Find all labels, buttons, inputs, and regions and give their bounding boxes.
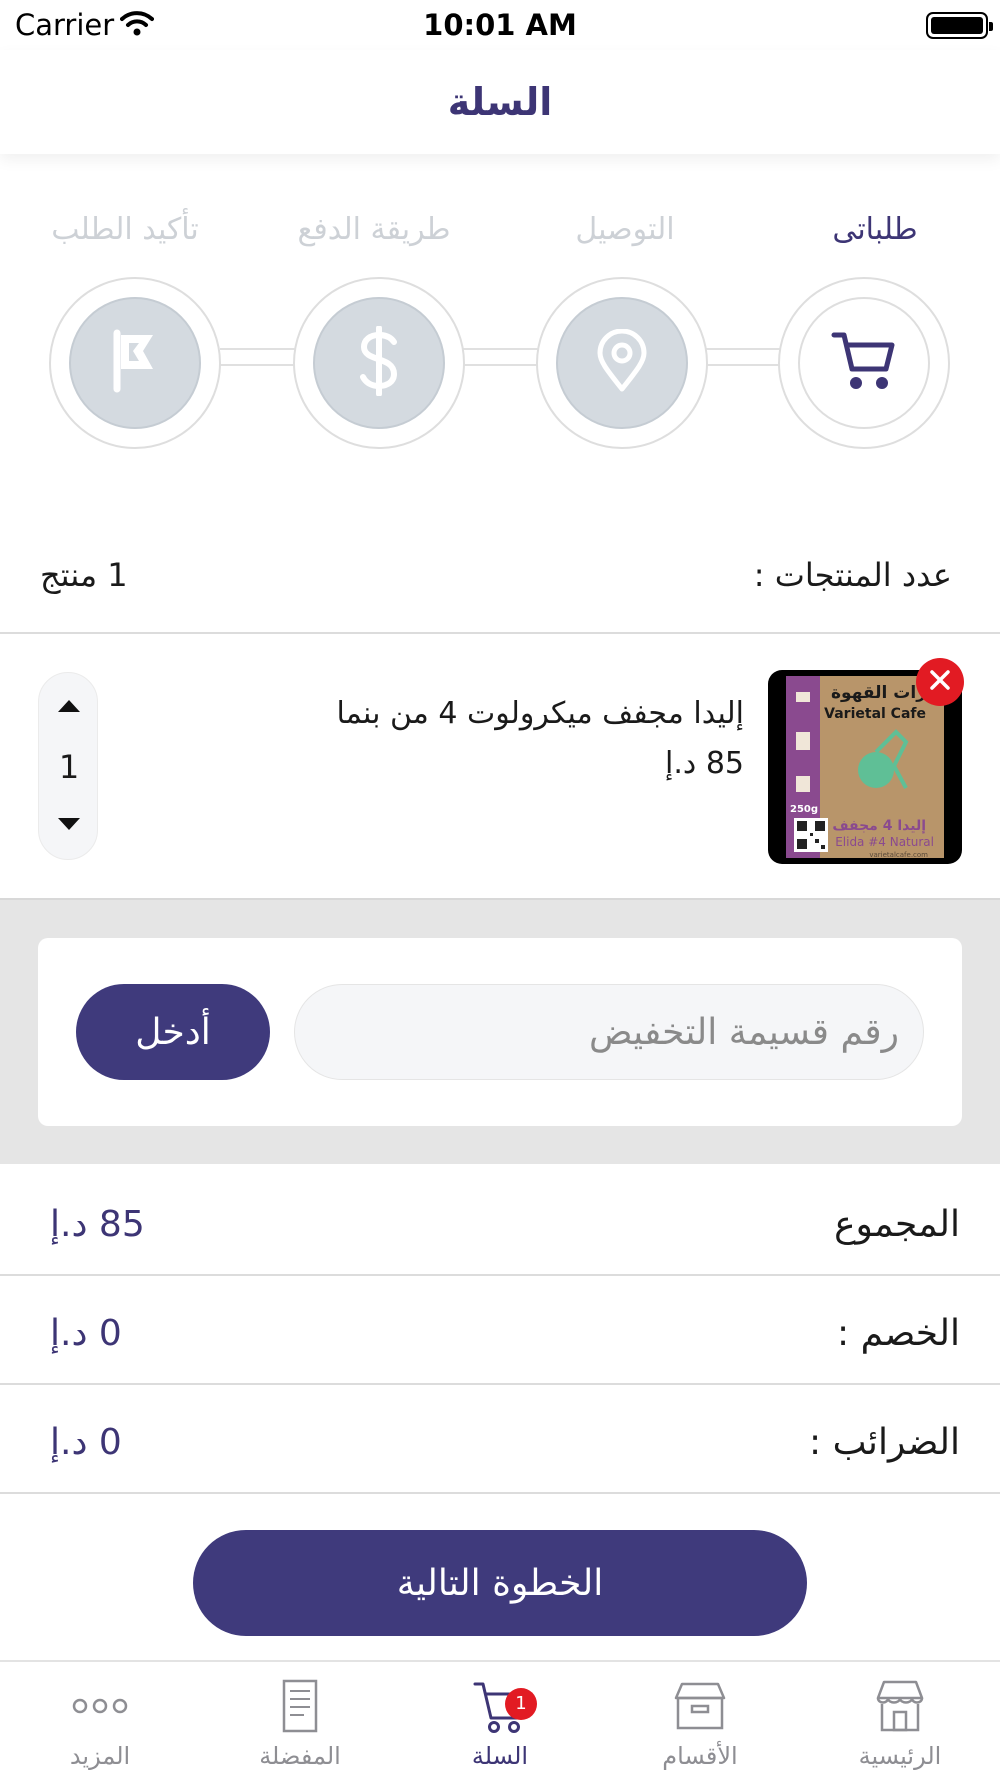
document-icon	[276, 1677, 324, 1739]
tab-favorites-label: المفضلة	[259, 1742, 341, 1770]
product-count-label: عدد المنتجات :	[753, 556, 952, 594]
flag-icon	[111, 329, 159, 397]
product-ar-text: إليدا 4 مجفف	[832, 818, 926, 834]
clock: 10:01 AM	[423, 8, 577, 42]
quantity-value: 1	[58, 748, 80, 786]
triangle-up-icon	[56, 698, 82, 718]
tab-home-label: الرئيسية	[858, 1742, 942, 1770]
close-icon	[928, 668, 952, 696]
cart-screen: Carrier 10:01 AM السلة طلباتى التوصيل طر…	[0, 0, 1000, 1778]
tax-label: الضرائب :	[809, 1422, 960, 1463]
more-icon	[70, 1696, 130, 1720]
tab-categories[interactable]: الأقسام	[600, 1662, 800, 1778]
quantity-stepper: 1	[38, 672, 98, 860]
divider	[0, 1274, 1000, 1276]
cart-badge: 1	[505, 1688, 537, 1720]
tax-value: 0 د.إ	[50, 1422, 122, 1463]
product-en-text: Elida #4 Natural	[835, 835, 934, 849]
location-pin-icon	[596, 328, 648, 397]
weight-text: 250g	[790, 804, 818, 815]
remove-item-button[interactable]	[916, 658, 964, 706]
quantity-decrease-button[interactable]	[39, 811, 99, 841]
brand-en-text: Varietal Cafe	[824, 706, 926, 722]
tab-categories-label: الأقسام	[662, 1742, 738, 1770]
coupon-code-input[interactable]	[294, 984, 924, 1080]
step-connector	[704, 348, 780, 366]
product-count-value: 1 منتج	[40, 556, 128, 594]
cart-icon	[830, 329, 898, 397]
next-step-button[interactable]: الخطوة التالية	[193, 1530, 807, 1636]
apply-coupon-button[interactable]: أدخل	[76, 984, 270, 1080]
divider	[0, 632, 1000, 634]
step-label-delivery: التوصيل	[575, 212, 675, 247]
divider	[0, 1383, 1000, 1385]
discount-label: الخصم :	[837, 1313, 960, 1354]
step-label-payment: طريقة الدفع	[297, 212, 451, 247]
triangle-down-icon	[56, 816, 82, 836]
box-icon	[672, 1678, 728, 1738]
discount-value: 0 د.إ	[50, 1313, 122, 1354]
coupon-section: أدخل	[0, 898, 1000, 1164]
subtotal-label: المجموع	[834, 1204, 960, 1245]
tab-more[interactable]: المزيد	[0, 1662, 200, 1778]
page-title: السلة	[447, 80, 553, 124]
step-connector	[220, 348, 296, 366]
tab-favorites[interactable]: المفضلة	[200, 1662, 400, 1778]
step-payment[interactable]	[293, 277, 465, 449]
subtotal-value: 85 د.إ	[50, 1204, 145, 1245]
coupon-card: أدخل	[38, 938, 962, 1126]
tab-home[interactable]: الرئيسية	[800, 1662, 1000, 1778]
battery-icon	[926, 12, 993, 39]
item-price: 85 د.إ	[665, 746, 744, 781]
tab-cart[interactable]: 1 السلة	[400, 1662, 600, 1778]
status-bar: Carrier 10:01 AM	[0, 0, 1000, 50]
site-text: varietalcafe.com	[869, 851, 928, 859]
divider	[0, 1492, 1000, 1494]
step-confirm[interactable]	[49, 277, 221, 449]
step-orders[interactable]	[778, 277, 950, 449]
quantity-increase-button[interactable]	[39, 693, 99, 723]
store-icon	[872, 1678, 928, 1738]
dollar-icon	[354, 325, 404, 400]
step-delivery[interactable]	[536, 277, 708, 449]
step-label-confirm: تأكيد الطلب	[51, 212, 199, 247]
step-connector	[462, 348, 538, 366]
step-label-orders: طلباتى	[832, 212, 918, 247]
tab-bar: الرئيسية الأقسام 1 السلة المفضلة المزيد	[0, 1660, 1000, 1778]
tab-more-label: المزيد	[69, 1742, 131, 1770]
qr-code	[794, 818, 828, 852]
brand-ar-text: رات القهوة	[831, 683, 926, 703]
tab-cart-label: السلة	[471, 1742, 529, 1770]
nav-bar: السلة	[0, 50, 1000, 154]
item-name: إليدا مجفف ميكرولوت 4 من بنما	[336, 696, 744, 731]
